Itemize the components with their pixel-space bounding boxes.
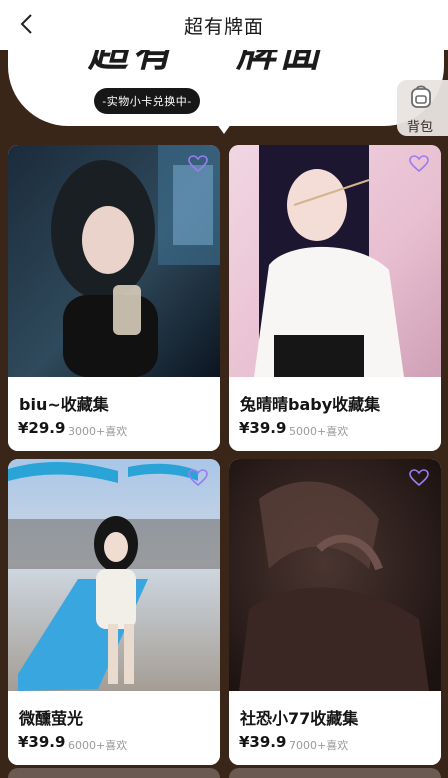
card-info: biu~收藏集 ¥29.9 3000+喜欢	[8, 377, 220, 451]
card-likes: 3000+喜欢	[68, 425, 128, 438]
backpack-label: 背包	[407, 120, 434, 135]
promo-banner[interactable]: 超有 牌面 -实物小卡兑换中-	[8, 38, 444, 126]
card-info: 社恐小77收藏集 ¥39.9 7000+喜欢	[229, 691, 441, 765]
card-title: 兔晴晴baby收藏集	[240, 395, 381, 414]
backpack-button[interactable]: 背包	[397, 80, 448, 136]
card-price: ¥29.9	[18, 419, 66, 437]
card-price: ¥39.9	[239, 419, 287, 437]
chevron-left-icon	[20, 14, 32, 34]
card-image	[8, 145, 220, 377]
page-title: 超有牌面	[183, 15, 264, 38]
card-price: ¥39.9	[239, 733, 287, 751]
heart-icon[interactable]	[188, 155, 208, 173]
heart-icon[interactable]	[188, 469, 208, 487]
next-card-peek	[229, 768, 441, 778]
card-image	[229, 145, 441, 377]
card-likes: 7000+喜欢	[289, 739, 349, 752]
backpack-icon	[411, 85, 431, 108]
banner-pill: -实物小卡兑换中-	[94, 88, 200, 114]
card-title: 社恐小77收藏集	[240, 709, 359, 728]
card-image	[229, 459, 441, 691]
heart-icon[interactable]	[409, 469, 429, 487]
card-image	[8, 459, 220, 691]
card-price: ¥39.9	[18, 733, 66, 751]
heart-icon[interactable]	[409, 155, 429, 173]
top-bar: 超有牌面	[0, 0, 448, 50]
collection-card[interactable]: biu~收藏集 ¥29.9 3000+喜欢	[8, 145, 220, 451]
banner-pointer	[214, 120, 234, 134]
collection-card[interactable]: 社恐小77收藏集 ¥39.9 7000+喜欢	[229, 459, 441, 765]
card-info: 微醺萤光 ¥39.9 6000+喜欢	[8, 691, 220, 765]
collection-card[interactable]: 兔晴晴baby收藏集 ¥39.9 5000+喜欢	[229, 145, 441, 451]
card-title: biu~收藏集	[19, 395, 109, 414]
back-button[interactable]	[12, 10, 40, 38]
collection-card[interactable]: 微醺萤光 ¥39.9 6000+喜欢	[8, 459, 220, 765]
card-likes: 5000+喜欢	[289, 425, 349, 438]
card-likes: 6000+喜欢	[68, 739, 128, 752]
next-card-peek	[8, 768, 220, 778]
card-title: 微醺萤光	[19, 709, 84, 728]
card-info: 兔晴晴baby收藏集 ¥39.9 5000+喜欢	[229, 377, 441, 451]
